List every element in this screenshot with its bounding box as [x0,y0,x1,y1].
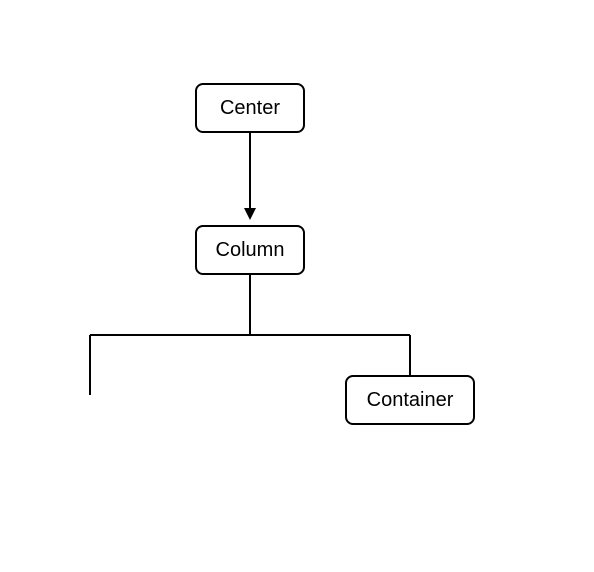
node-center: Center [195,83,305,133]
node-column: Column [195,225,305,275]
diagram-canvas: Center Column Container [0,0,594,572]
node-label: Container [367,389,454,412]
node-container: Container [345,375,475,425]
node-label: Column [216,239,285,262]
node-label: Center [220,97,280,120]
